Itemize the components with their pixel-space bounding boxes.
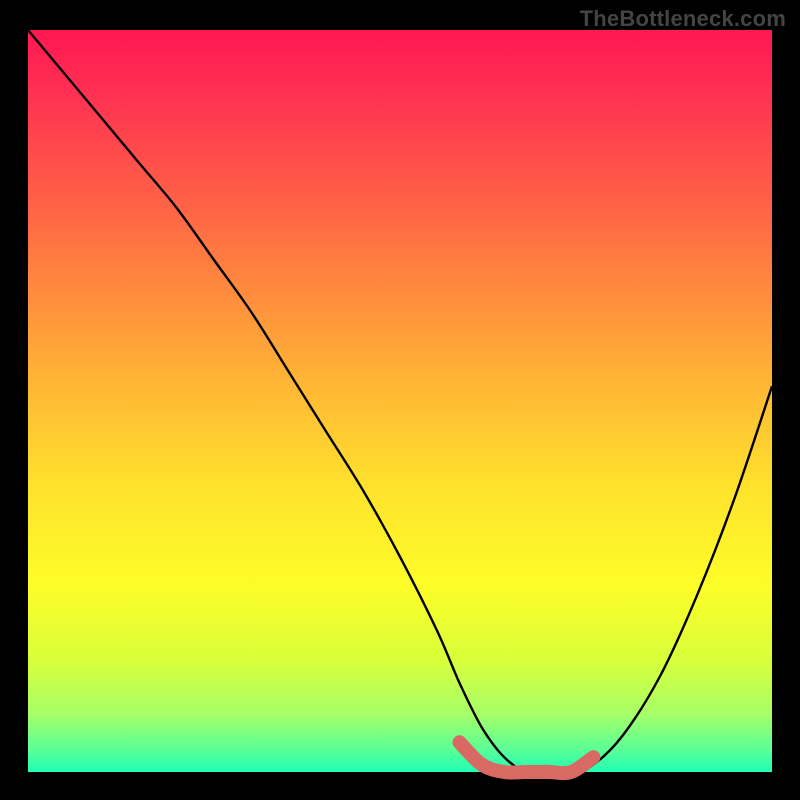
optimal-range-marker: [460, 742, 594, 773]
bottleneck-curve-line: [28, 30, 772, 773]
chart-svg: [28, 30, 772, 772]
chart-plot-area: [28, 30, 772, 772]
watermark-text: TheBottleneck.com: [580, 6, 786, 32]
chart-stage: TheBottleneck.com: [0, 0, 800, 800]
